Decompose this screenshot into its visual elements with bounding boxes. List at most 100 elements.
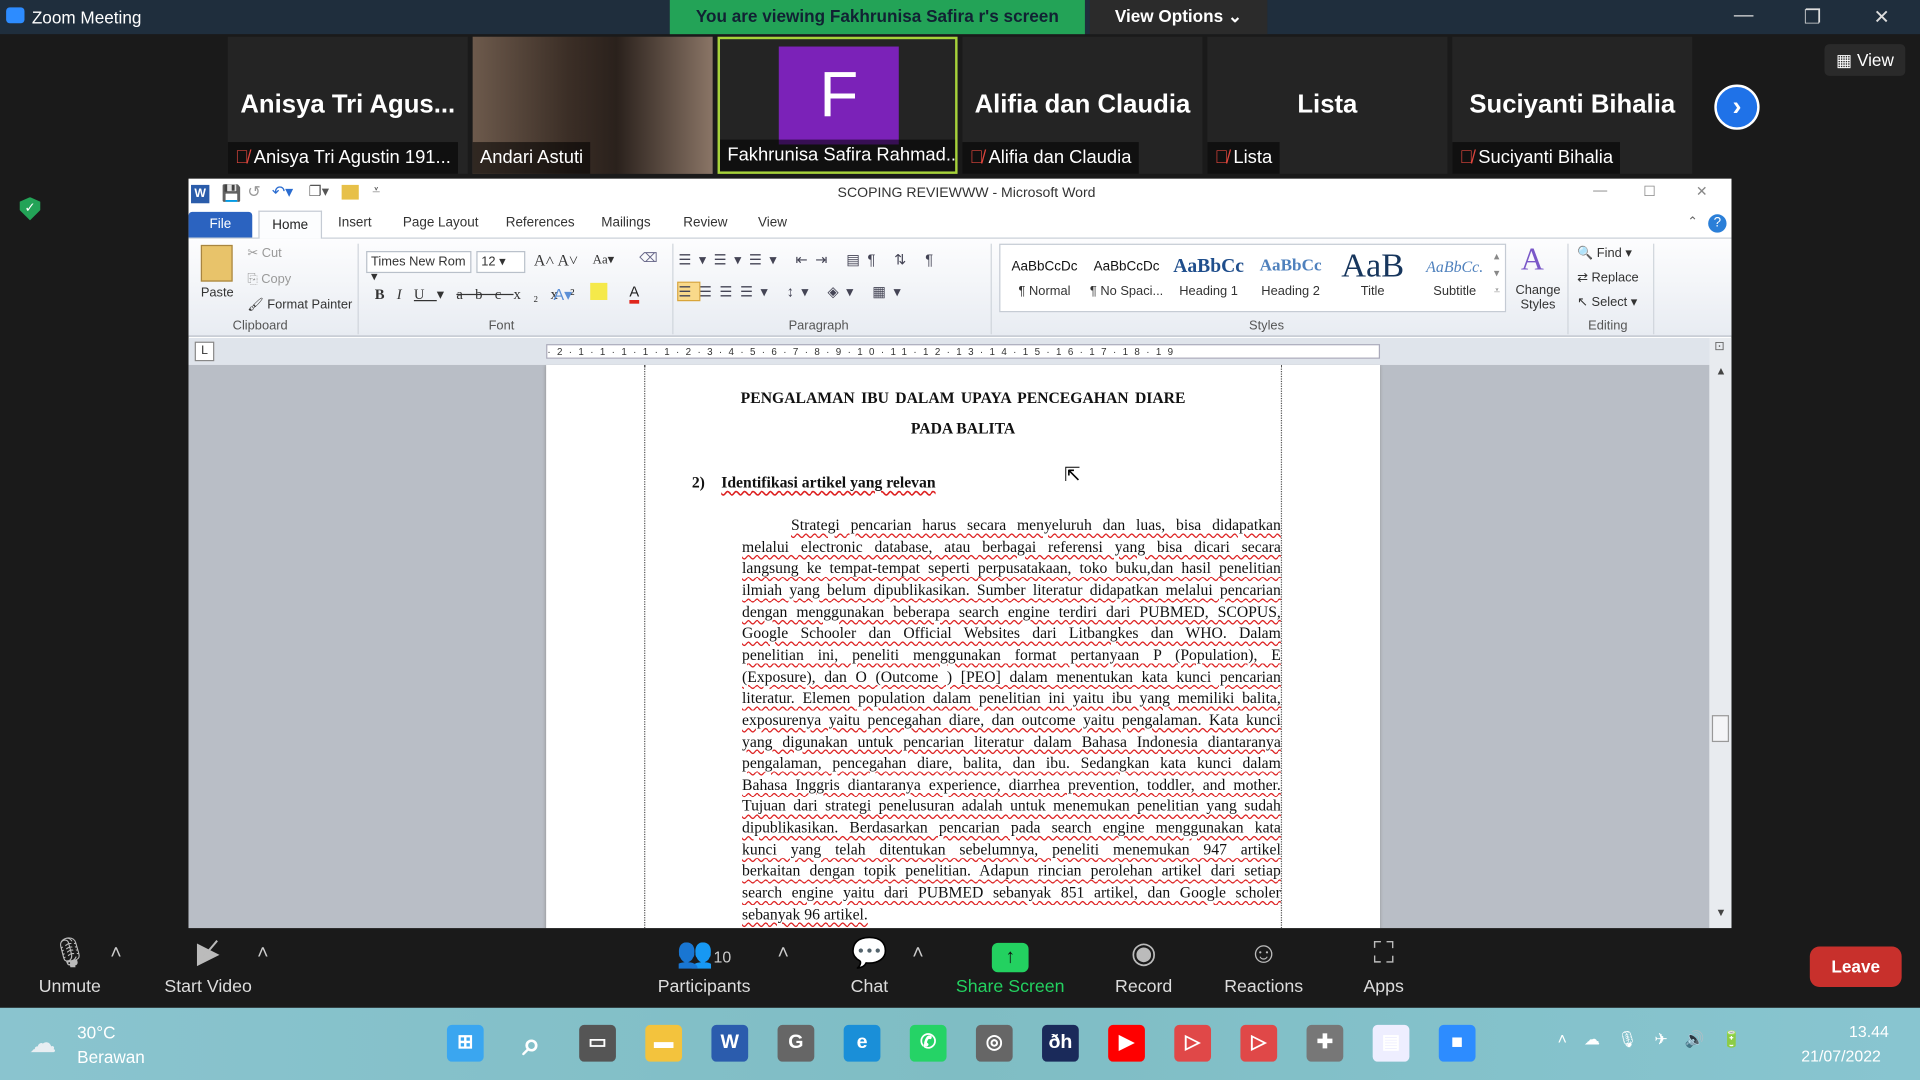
video-player-icon[interactable]: ▷ xyxy=(1240,1024,1278,1062)
ruler-toggle-icon[interactable]: ⊡ xyxy=(1714,340,1724,353)
list-buttons[interactable]: ☰▾☰▾☰▾ ⇤⇥ ▤¶ ⇅ ¶ xyxy=(678,251,940,268)
video-player-icon[interactable]: ▷ xyxy=(1174,1024,1212,1062)
unmute-button[interactable]: 🎙 Unmute xyxy=(27,931,113,997)
change-case-icon[interactable]: Aa▾ xyxy=(593,252,614,266)
search-icon[interactable]: ⌕ xyxy=(513,1025,550,1062)
cut-button[interactable]: ✂ Cut xyxy=(247,246,281,261)
grow-font-icon[interactable]: A˄ A˅ xyxy=(534,251,578,271)
system-tray-icons[interactable]: ˄☁🎙✈🔊🔋 xyxy=(1558,1030,1759,1050)
style-heading-2[interactable]: AaBbCc Heading 2 xyxy=(1250,250,1331,299)
new-document-icon[interactable]: ❐▾ xyxy=(309,182,330,199)
close-button[interactable]: ✕ xyxy=(1873,5,1889,29)
help-icon[interactable]: ? xyxy=(1708,214,1727,233)
puzzle-app-icon[interactable]: ✚ xyxy=(1306,1024,1344,1062)
tab-review[interactable]: Review xyxy=(683,216,727,231)
change-styles-icon[interactable]: A xyxy=(1521,241,1544,278)
whatsapp-icon[interactable]: ✆ xyxy=(909,1024,947,1062)
horizontal-ruler[interactable]: L ·2·1·1·1·1·1·2·3·4·5·6·7·8·9·10·11·12·… xyxy=(188,337,1732,365)
participant-tile[interactable]: Andari Astuti xyxy=(472,36,713,174)
reactions-button[interactable]: ☺ Reactions xyxy=(1218,931,1309,997)
style-subtitle[interactable]: AaBbCc. Subtitle xyxy=(1414,250,1495,299)
find-button[interactable]: 🔍 Find ▾ xyxy=(1577,245,1632,261)
notepad-icon[interactable]: ▤ xyxy=(1372,1024,1410,1062)
tab-mailings[interactable]: Mailings xyxy=(601,216,650,231)
word-minimize-button[interactable]: — xyxy=(1593,184,1607,199)
participants-options-icon[interactable]: ˄ xyxy=(778,943,789,965)
open-folder-icon[interactable] xyxy=(341,184,359,200)
chat-options-icon[interactable]: ˄ xyxy=(912,943,923,965)
next-page-arrow-icon[interactable]: › xyxy=(1714,84,1760,130)
word-maximize-button[interactable]: ☐ xyxy=(1643,182,1656,200)
record-button[interactable]: ◉ Record xyxy=(1102,931,1185,997)
audio-options-icon[interactable]: ˄ xyxy=(110,943,121,965)
replace-button[interactable]: ⇄ Replace xyxy=(1577,271,1639,286)
weather-cloud-icon[interactable]: ☁ xyxy=(29,1027,56,1059)
customize-toolbar-icon[interactable]: ⩡ xyxy=(372,184,380,200)
text-effects-icon[interactable]: A▾ xyxy=(553,285,572,305)
encryption-shield-icon[interactable]: ✓ xyxy=(19,197,41,221)
change-styles-button[interactable]: Change Styles xyxy=(1513,283,1562,312)
view-options-button[interactable]: View Options ⌄ xyxy=(1089,0,1268,35)
zoom-icon[interactable]: ■ xyxy=(1438,1024,1476,1062)
tab-references[interactable]: References xyxy=(506,216,575,231)
maximize-button[interactable]: ❐ xyxy=(1804,5,1822,29)
font-color-icon[interactable]: A xyxy=(629,283,640,304)
participant-tile[interactable]: F Fakhrunisa Safira Rahmad... xyxy=(717,36,958,174)
weather-temperature[interactable]: 30°C xyxy=(77,1022,115,1042)
scroll-up-icon[interactable]: ▲ xyxy=(1716,365,1727,377)
save-icon[interactable]: 💾 xyxy=(222,184,242,204)
styles-scroll-icon[interactable]: ▴ ▾ ⩡ xyxy=(1494,247,1500,298)
clock-time[interactable]: 13.44 xyxy=(1849,1022,1889,1040)
weather-condition[interactable]: Berawan xyxy=(77,1047,145,1067)
document-page[interactable]: PENGALAMAN IBU DALAM UPAYA PENCEGAHAN DI… xyxy=(546,364,1381,929)
leave-button[interactable]: Leave xyxy=(1809,946,1902,987)
participant-tile[interactable]: Lista 🎙̸ Lista xyxy=(1207,36,1448,174)
participants-button[interactable]: 👥10 Participants xyxy=(649,931,759,997)
font-size-select[interactable]: 12 ▾ xyxy=(476,251,526,274)
task-view-icon[interactable]: ▭ xyxy=(579,1024,616,1062)
apps-button[interactable]: ⛶ Apps xyxy=(1353,931,1414,997)
tab-page-layout[interactable]: Page Layout xyxy=(403,216,479,231)
youtube-icon[interactable]: ▶ xyxy=(1108,1024,1145,1062)
minimize-button[interactable]: — xyxy=(1734,5,1754,27)
undo-icon[interactable]: ↶▾ xyxy=(272,182,293,202)
start-video-button[interactable]: ▶̸ Start Video xyxy=(157,931,260,997)
word-icon[interactable]: W xyxy=(711,1024,749,1062)
tab-selector-icon[interactable]: L xyxy=(194,341,215,362)
edge-icon[interactable]: e xyxy=(843,1024,881,1062)
style-no-spaci[interactable]: AaBbCcDc ¶ No Spaci... xyxy=(1086,250,1167,299)
style-normal[interactable]: AaBbCcDc ¶ Normal xyxy=(1004,250,1085,299)
file-explorer-icon[interactable]: ▬ xyxy=(645,1024,683,1062)
vertical-scrollbar[interactable]: ⊡ ▲ ▼ xyxy=(1709,337,1732,929)
paste-button[interactable]: Paste xyxy=(201,285,234,300)
tab-insert[interactable]: Insert xyxy=(338,216,372,231)
participant-tile[interactable]: Anisya Tri Agus... 🎙̸ Anisya Tri Agustin 1… xyxy=(227,36,468,174)
tab-file[interactable]: File xyxy=(188,211,253,238)
share-screen-button[interactable]: ↑ Share Screen xyxy=(949,931,1071,997)
dh-app-icon[interactable]: ðh xyxy=(1042,1024,1079,1062)
word-close-button[interactable]: ✕ xyxy=(1696,182,1708,200)
select-button[interactable]: ↖ Select ▾ xyxy=(1577,295,1637,310)
participant-tile[interactable]: Alifia dan Claudia 🎙̸ Alifia dan Claudia xyxy=(962,36,1203,174)
clock-date[interactable]: 21/07/2022 xyxy=(1801,1047,1881,1065)
video-options-icon[interactable]: ˄ xyxy=(257,943,268,965)
style-heading-1[interactable]: AaBbCc Heading 1 xyxy=(1168,250,1249,299)
alignment-buttons[interactable]: ☰☰☰☰▾ ↕▾ ◈▾ ▦▾ xyxy=(677,281,908,302)
app-icon[interactable]: ◎ xyxy=(975,1024,1013,1062)
chrome-icon[interactable]: G xyxy=(777,1024,815,1062)
clear-formatting-icon[interactable]: ⌫ xyxy=(639,251,657,266)
scroll-down-icon[interactable]: ▼ xyxy=(1716,906,1727,918)
highlight-icon[interactable] xyxy=(590,282,608,301)
minimize-ribbon-icon[interactable]: ⌃ xyxy=(1687,216,1697,229)
redo-icon[interactable]: ↺ xyxy=(247,182,260,202)
tab-view[interactable]: View xyxy=(758,216,787,231)
chat-button[interactable]: 💬 Chat xyxy=(839,931,900,997)
paste-icon[interactable] xyxy=(200,244,233,282)
start-icon[interactable]: ⊞ xyxy=(446,1024,484,1062)
participant-tile[interactable]: Suciyanti Bihalia 🎙̸ Suciyanti Bihalia xyxy=(1452,36,1693,174)
format-painter-button[interactable]: 🖌 Format Painter xyxy=(247,296,352,313)
scrollbar-thumb[interactable] xyxy=(1711,715,1729,743)
view-button[interactable]: ▦ View xyxy=(1824,44,1906,76)
font-name-select[interactable]: Times New Rom ▾ xyxy=(366,251,472,284)
tab-home[interactable]: Home xyxy=(258,210,323,239)
